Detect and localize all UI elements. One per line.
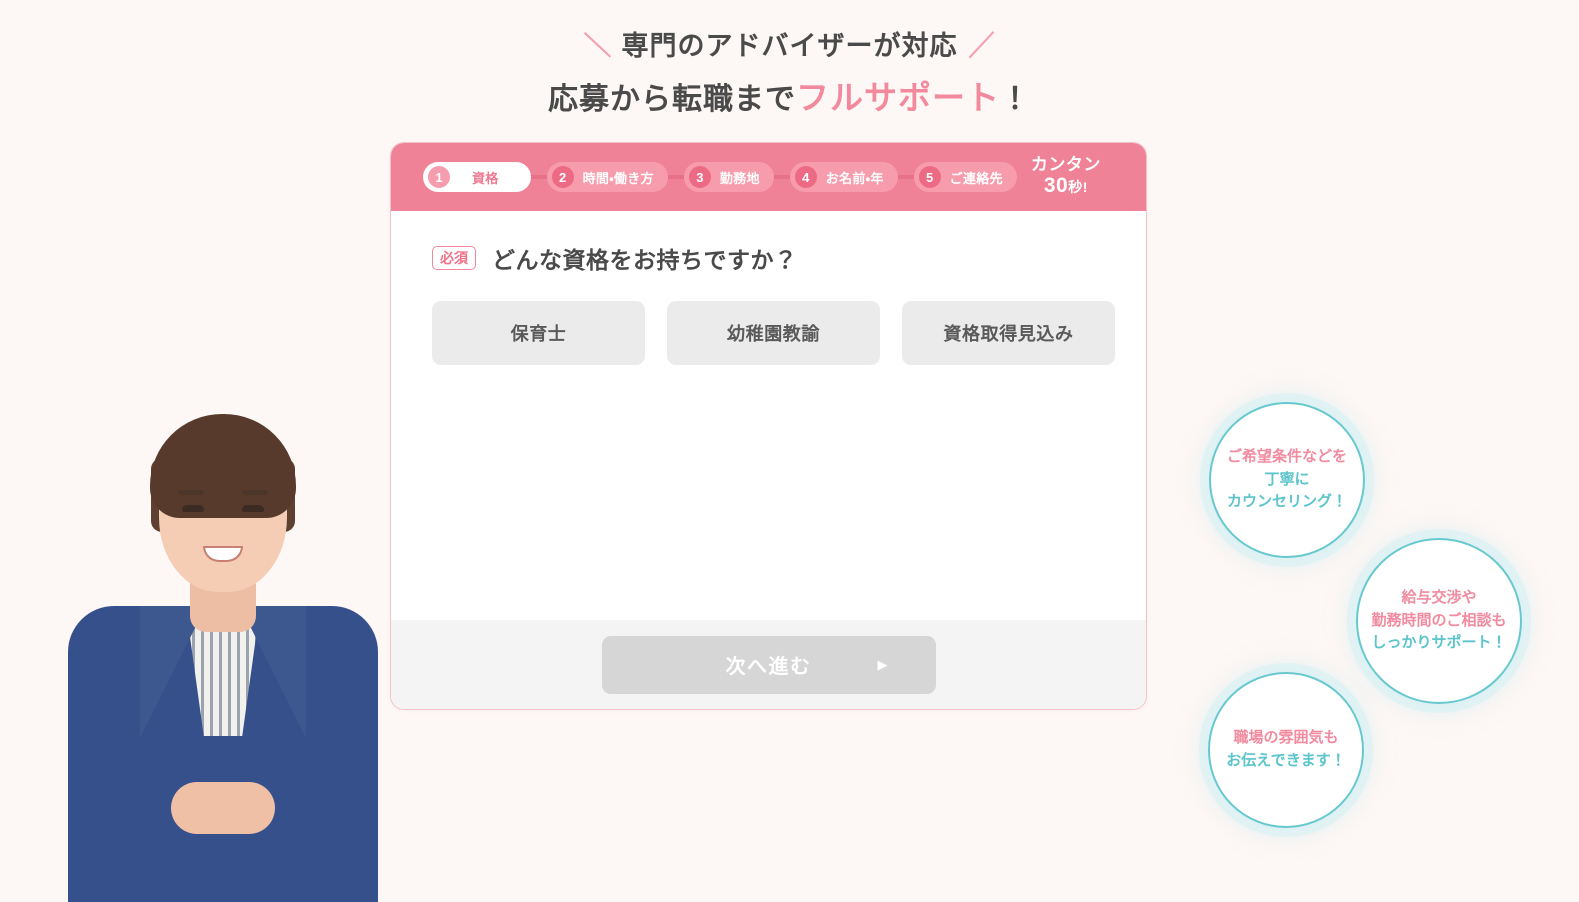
option-button-shikaku-shutoku-mikomi[interactable]: 資格取得見込み [902, 301, 1115, 365]
step-number-2: 2 [551, 166, 574, 188]
advisor-eyebrow-right [242, 490, 268, 495]
step-connector-1 [530, 175, 547, 179]
bubble-2-line-2: 勤務時間のご相談も [1371, 611, 1507, 629]
support-bubble-counseling: ご希望条件などを 丁寧に カウンセリング！ [1209, 402, 1365, 558]
slash-left-icon: ＼ [582, 30, 613, 62]
option-list: 保育士 幼稚園教諭 資格取得見込み [391, 275, 1146, 365]
quick-note-unit: 秒! [1068, 178, 1088, 195]
step-connector-4 [897, 175, 914, 179]
question-row: 必須 どんな資格をお持ちですか？ [391, 211, 1146, 275]
step-item-2[interactable]: 2 時間・働き方 [546, 162, 668, 192]
step-number-1: 1 [428, 166, 450, 188]
headline-line-1: ＼ 専門のアドバイザーが対応 ／ [0, 28, 1579, 64]
quick-note-number: 30 [1043, 173, 1069, 197]
bubble-1-line-2: 丁寧に [1264, 470, 1310, 488]
next-step-button[interactable]: 次へ進む ▶ [601, 635, 936, 694]
option-button-youchien-kyouyu[interactable]: 幼稚園教諭 [667, 301, 880, 365]
bubble-3-line-2: お伝えできます！ [1226, 752, 1346, 769]
quick-note-line-1: カンタン [1030, 155, 1101, 175]
step-connector-2 [667, 175, 684, 179]
quick-note-line-2: 30秒! [1031, 173, 1101, 198]
option-button-hoikushi[interactable]: 保育士 [432, 301, 645, 365]
bubble-1-line-1: ご希望条件などを [1226, 447, 1347, 465]
bubble-3-line-1: 職場の雰囲気も [1233, 729, 1339, 747]
step-number-3: 3 [688, 166, 711, 188]
step-number-4: 4 [794, 166, 817, 188]
step-item-3[interactable]: 3 勤務地 [683, 162, 774, 192]
page-root: ＼ 専門のアドバイザーが対応 ／ 応募から転職までフルサポート！ 1 資格 2 時… [0, 0, 1579, 902]
advisor-hair-top [150, 414, 296, 518]
form-footer: 次へ進む ▶ [391, 620, 1146, 709]
step-number-5: 5 [918, 166, 941, 188]
step-label-2: 時間・働き方 [582, 170, 654, 186]
chevron-right-icon: ▶ [877, 657, 888, 672]
step-list: 1 資格 2 時間・働き方 3 勤務地 4 お名前・年 5 ご連絡先 [423, 162, 1017, 192]
step-item-4[interactable]: 4 お名前・年 [789, 162, 898, 192]
bubble-2-line-3: しっかりサポート！ [1371, 634, 1507, 652]
advisor-photo [58, 370, 388, 902]
headline-line-2: 応募から転職までフルサポート！ [0, 74, 1579, 122]
step-item-5[interactable]: 5 ご連絡先 [913, 162, 1017, 192]
advisor-hands [171, 782, 275, 834]
step-label-4: お名前・年 [825, 170, 884, 186]
step-label-3: 勤務地 [719, 170, 760, 186]
advisor-eye-right [242, 505, 264, 512]
bubble-1-line-3: カウンセリング！ [1226, 493, 1347, 511]
advisor-eye-left [182, 505, 204, 512]
headline-accent: フルサポート [796, 79, 1000, 117]
question-text: どんな資格をお持ちですか？ [492, 247, 798, 273]
next-step-button-label: 次へ進む [725, 656, 812, 678]
step-label-5: ご連絡先 [949, 170, 1003, 186]
bubble-2-line-1: 給与交渉や [1401, 588, 1477, 606]
quick-note: カンタン 30秒! [1031, 156, 1101, 197]
step-connector-3 [773, 175, 790, 179]
step-label-1: 資格 [472, 170, 499, 186]
required-badge: 必須 [432, 246, 476, 270]
support-bubble-workplace-atmosphere: 職場の雰囲気も お伝えできます！ [1208, 672, 1364, 828]
step-progress-bar: 1 資格 2 時間・働き方 3 勤務地 4 お名前・年 5 ご連絡先 カンタン … [391, 143, 1146, 211]
advisor-eyebrow-left [178, 490, 204, 495]
headline-line-2-suffix: ！ [1000, 83, 1031, 117]
slash-right-icon: ／ [966, 30, 997, 62]
page-headline: ＼ 専門のアドバイザーが対応 ／ 応募から転職までフルサポート！ [0, 28, 1579, 122]
entry-form-card: 1 資格 2 時間・働き方 3 勤務地 4 お名前・年 5 ご連絡先 カンタン … [390, 142, 1147, 710]
support-bubble-salary-support: 給与交渉や 勤務時間のご相談も しっかりサポート！ [1356, 538, 1522, 704]
headline-line-1-text: 専門のアドバイザーが対応 [621, 31, 958, 61]
headline-line-2-prefix: 応募から転職まで [548, 83, 796, 117]
step-item-1[interactable]: 1 資格 [423, 162, 531, 192]
